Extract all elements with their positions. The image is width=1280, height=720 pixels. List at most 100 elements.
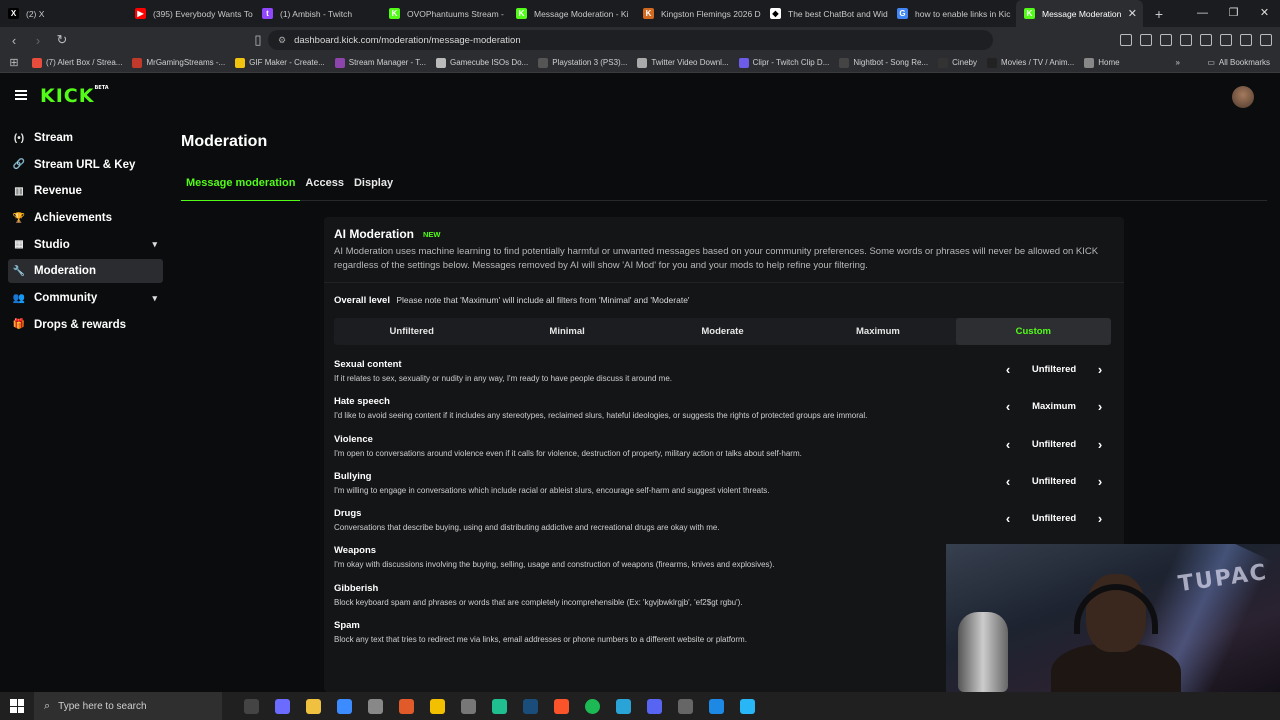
bookmark-item[interactable]: Clipr - Twitch Clip D... [738, 57, 829, 68]
app-icon[interactable] [368, 698, 383, 714]
chevron-down-icon[interactable]: ▾ [152, 293, 157, 304]
category-description: I'm open to conversations around violenc… [334, 448, 802, 458]
media-icon[interactable] [1160, 34, 1172, 46]
all-bookmarks[interactable]: ▭ All Bookmarks [1207, 58, 1270, 67]
tab-favicon-icon: K [1024, 8, 1035, 19]
more-bookmarks-icon[interactable]: » [1176, 58, 1180, 67]
chevron-right-icon[interactable]: › [1091, 362, 1109, 377]
hamburger-menu-icon[interactable] [15, 90, 27, 100]
minimize-button[interactable]: — [1187, 0, 1218, 27]
achievements-icon: 🏆 [12, 212, 26, 224]
bookmark-item[interactable]: Movies / TV / Anim... [987, 57, 1074, 68]
app-icon[interactable] [399, 698, 414, 714]
chevron-left-icon[interactable]: ‹ [999, 362, 1017, 377]
sidebar-item-community[interactable]: 👥 Community ▾ [8, 286, 163, 310]
bookmark-item[interactable]: Stream Manager - T... [334, 57, 426, 68]
back-icon[interactable]: ‹ [4, 33, 24, 48]
tab-display[interactable]: Display [349, 177, 398, 201]
level-option-custom[interactable]: Custom [955, 318, 1112, 345]
app-icon[interactable] [430, 698, 445, 714]
app-icon[interactable] [709, 698, 724, 714]
apps-grid-icon[interactable]: ⊞ [4, 56, 24, 69]
forward-icon[interactable]: › [28, 33, 48, 48]
restore-button[interactable]: ❐ [1218, 0, 1249, 27]
discord-icon[interactable] [647, 698, 662, 714]
bookmark-item[interactable]: Home [1084, 57, 1120, 68]
app-icon[interactable] [678, 698, 693, 714]
user-avatar[interactable] [1232, 86, 1254, 108]
app-icon[interactable] [616, 698, 631, 714]
close-tab-icon[interactable]: ✕ [1128, 7, 1137, 20]
browser-tab[interactable]: Ghow to enable links in Kic [889, 0, 1016, 27]
level-option-maximum[interactable]: Maximum [800, 318, 955, 345]
task-view-icon[interactable] [244, 698, 259, 714]
bookmark-item[interactable]: Playstation 3 (PS3)... [538, 57, 627, 68]
kick-logo[interactable]: KICKBETA [40, 85, 109, 107]
sidebar-icon[interactable] [1180, 34, 1192, 46]
bookmark-item[interactable]: Twitter Video Downl... [637, 57, 729, 68]
level-option-minimal[interactable]: Minimal [489, 318, 644, 345]
leo-icon[interactable] [1220, 34, 1232, 46]
tab-title: (1) Ambish - Twitch [280, 8, 353, 19]
browser-tab[interactable]: t (1) Ambish - Twitch [254, 0, 381, 27]
url-bar[interactable]: ⚙ dashboard.kick.com/moderation/message-… [268, 30, 993, 50]
tab-title: Message Moderation - Ki [534, 8, 629, 19]
app-icon[interactable] [337, 698, 352, 714]
sidebar-item-stream[interactable]: (•) Stream [8, 126, 163, 150]
bookmark-item[interactable]: Gamecube ISOs Do... [435, 57, 528, 68]
spotify-icon[interactable] [585, 698, 600, 714]
app-icon[interactable] [740, 698, 755, 714]
extension-icon[interactable] [1120, 34, 1132, 46]
wallet-icon[interactable] [1200, 34, 1212, 46]
sidebar-item-label: Moderation [34, 265, 96, 278]
tab-message-moderation[interactable]: Message moderation [181, 177, 301, 201]
chevron-left-icon[interactable]: ‹ [999, 399, 1017, 414]
chevron-left-icon[interactable]: ‹ [999, 511, 1017, 526]
sidebar-item-studio[interactable]: ▦ Studio ▾ [8, 233, 163, 257]
steam-icon[interactable] [523, 698, 538, 714]
vpn-icon[interactable] [1240, 34, 1252, 46]
browser-tab[interactable]: X (2) X [0, 0, 127, 27]
chevron-right-icon[interactable]: › [1091, 511, 1109, 526]
brave-icon[interactable] [554, 698, 569, 714]
close-window-button[interactable]: ✕ [1249, 0, 1280, 27]
browser-tab[interactable]: ▶ (395) Everybody Wants To [127, 0, 254, 27]
chevron-right-icon[interactable]: › [1091, 474, 1109, 489]
level-option-unfiltered[interactable]: Unfiltered [334, 318, 489, 345]
file-explorer-icon[interactable] [306, 698, 321, 714]
bookmark-item[interactable]: GIF Maker - Create... [235, 57, 325, 68]
bookmark-item[interactable]: Cineby [938, 57, 977, 68]
browser-tab[interactable]: K Message Moderation ✕ [1016, 0, 1143, 27]
extension-icon[interactable] [1140, 34, 1152, 46]
copilot-icon[interactable] [275, 698, 290, 714]
menu-icon[interactable] [1260, 34, 1272, 46]
level-option-moderate[interactable]: Moderate [645, 318, 800, 345]
sidebar-item-moderation[interactable]: 🔧 Moderation [8, 259, 163, 284]
sidebar-item-achievements[interactable]: 🏆 Achievements [8, 206, 163, 230]
chevron-left-icon[interactable]: ‹ [999, 437, 1017, 452]
browser-tab[interactable]: K Kingston Flemings 2026 D [635, 0, 762, 27]
sidebar-item-stream-url-key[interactable]: 🔗 Stream URL & Key [8, 153, 163, 177]
reload-icon[interactable]: ↻ [52, 32, 72, 48]
browser-tab[interactable]: K Message Moderation - Ki [508, 0, 635, 27]
chevron-left-icon[interactable]: ‹ [999, 474, 1017, 489]
new-tab-button[interactable]: + [1149, 6, 1169, 22]
browser-tab[interactable]: ◆ The best ChatBot and Wid [762, 0, 889, 27]
bookmark-label: Cineby [952, 58, 977, 67]
app-icon[interactable] [461, 698, 476, 714]
bookmark-item[interactable]: MrGamingStreams -... [132, 57, 225, 68]
chevron-right-icon[interactable]: › [1091, 399, 1109, 414]
browser-tab[interactable]: K OVOPhantuums Stream - [381, 0, 508, 27]
site-info-icon[interactable]: ⚙ [278, 35, 286, 46]
bookmark-item[interactable]: Nightbot - Song Re... [839, 57, 928, 68]
taskbar-search[interactable]: ⌕ Type here to search [34, 692, 222, 720]
sidebar-item-drops-rewards[interactable]: 🎁 Drops & rewards [8, 313, 163, 337]
sidebar-item-revenue[interactable]: ▥ Revenue [8, 179, 163, 203]
tab-access[interactable]: Access [300, 177, 349, 201]
chevron-right-icon[interactable]: › [1091, 437, 1109, 452]
app-icon[interactable] [492, 698, 507, 714]
bookmark-page-icon[interactable]: ▯ [248, 32, 268, 48]
windows-start-icon[interactable] [10, 699, 24, 713]
bookmark-item[interactable]: (7) Alert Box / Strea... [32, 57, 122, 68]
chevron-down-icon[interactable]: ▾ [152, 239, 157, 250]
